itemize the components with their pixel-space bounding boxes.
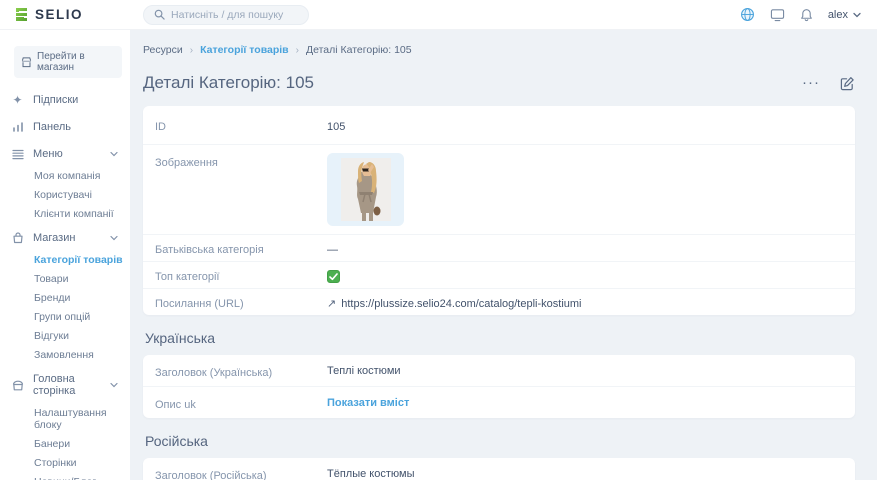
breadcrumb: Ресурси › Категорії товарів › Деталі Кат… (143, 44, 855, 56)
sidebar-subitem-orders[interactable]: Замовлення (10, 345, 124, 364)
sidebar-subitem-pages[interactable]: Сторінки (10, 453, 124, 472)
bar-chart-icon (11, 121, 24, 133)
sidebar-subitem-block-settings[interactable]: Налаштування блоку (10, 403, 124, 434)
external-link-icon: ↗ (327, 297, 336, 310)
russian-card: Заголовок (Російська) Тёплые костюмы Опи… (143, 458, 855, 480)
sidebar-item-subscriptions[interactable]: ✦ Підписки (10, 88, 124, 112)
sidebar: Перейти в магазин ✦ Підписки Панель Меню… (0, 30, 130, 480)
username: alex (828, 9, 848, 21)
sidebar-item-shop[interactable]: Магазин (10, 226, 124, 250)
show-content-link-uk[interactable]: Показати вміст (327, 397, 409, 409)
sidebar-item-label: Панель (33, 121, 122, 133)
field-value-parent-category: — (327, 240, 338, 256)
top-header: SELIO alex (0, 0, 877, 30)
sidebar-item-label: Підписки (33, 94, 122, 106)
chevron-down-icon (853, 12, 861, 18)
sidebar-subitem-company-clients[interactable]: Клієнти компанії (10, 204, 124, 223)
sidebar-subitem-news-blog[interactable]: Новини/Блог (10, 472, 124, 480)
chevron-down-icon (110, 235, 118, 241)
global-search[interactable] (143, 5, 309, 25)
breadcrumb-separator-icon: › (296, 45, 299, 56)
breadcrumb-product-categories[interactable]: Категорії товарів (200, 44, 289, 56)
category-url-link[interactable]: https://plussize.selio24.com/catalog/tep… (341, 298, 581, 310)
field-label-id: ID (155, 117, 327, 133)
sidebar-item-dashboard[interactable]: Панель (10, 115, 124, 139)
search-input[interactable] (171, 9, 298, 21)
menu-lines-icon (11, 149, 24, 160)
breadcrumb-current: Деталі Категорію: 105 (306, 44, 412, 56)
sidebar-subitem-users[interactable]: Користувачі (10, 185, 124, 204)
sidebar-subitem-banners[interactable]: Банери (10, 434, 124, 453)
field-label-url: Посилання (URL) (155, 294, 327, 310)
selio-logo-icon (14, 7, 29, 22)
ukrainian-card: Заголовок (Українська) Теплі костюми Опи… (143, 355, 855, 418)
more-actions-button[interactable]: ··· (802, 78, 820, 88)
logo-text: SELIO (35, 7, 83, 22)
sidebar-subitem-my-company[interactable]: Моя компанія (10, 166, 124, 185)
sidebar-item-menu[interactable]: Меню (10, 142, 124, 166)
go-to-store-label: Перейти в магазин (37, 51, 115, 73)
sidebar-subitem-reviews[interactable]: Відгуки (10, 326, 124, 345)
go-to-store-button[interactable]: Перейти в магазин (14, 46, 122, 78)
sidebar-subitem-brands[interactable]: Бренди (10, 288, 124, 307)
field-label-description-uk: Опис uk (155, 395, 327, 411)
field-value-title-uk: Теплі костюми (327, 365, 401, 377)
field-label-parent-category: Батьківська категорія (155, 240, 327, 256)
section-title-russian: Російська (145, 433, 855, 449)
chevron-down-icon (110, 151, 118, 157)
monitor-icon[interactable] (770, 8, 785, 22)
category-details-card: ID 105 Зображення (143, 106, 855, 315)
sidebar-subitem-products[interactable]: Товари (10, 269, 124, 288)
field-value-id: 105 (327, 117, 345, 133)
field-label-image: Зображення (155, 153, 327, 169)
field-label-title-ru: Заголовок (Російська) (155, 466, 327, 480)
chevron-down-icon (110, 382, 118, 388)
top-category-checkbox[interactable] (327, 270, 340, 283)
sparkles-icon: ✦ (11, 94, 24, 106)
sidebar-subitem-product-categories[interactable]: Категорії товарів (10, 250, 124, 269)
basket-icon (11, 380, 24, 391)
breadcrumb-resources[interactable]: Ресурси (143, 44, 183, 56)
field-label-top-category: Топ категорії (155, 267, 327, 283)
globe-icon[interactable] (740, 7, 755, 22)
search-icon (154, 9, 165, 20)
category-image-thumbnail[interactable] (327, 153, 404, 226)
bell-icon[interactable] (800, 8, 813, 22)
field-value-title-ru: Тёплые костюмы (327, 468, 414, 480)
sidebar-item-label: Магазин (33, 232, 101, 244)
section-title-ukrainian: Українська (145, 330, 855, 346)
shopping-bag-icon (11, 232, 24, 244)
breadcrumb-separator-icon: › (190, 45, 193, 56)
app-logo[interactable]: SELIO (14, 7, 143, 22)
sidebar-item-label: Головна сторінка (33, 373, 101, 397)
sidebar-item-homepage[interactable]: Головна сторінка (10, 367, 124, 403)
field-label-title-uk: Заголовок (Українська) (155, 363, 327, 379)
user-menu[interactable]: alex (828, 9, 861, 21)
edit-button[interactable] (840, 76, 855, 91)
page-title: Деталі Категорію: 105 (143, 73, 314, 93)
sidebar-item-label: Меню (33, 148, 101, 160)
storefront-icon (21, 57, 32, 68)
main-content: Ресурси › Категорії товарів › Деталі Кат… (130, 30, 877, 480)
sidebar-subitem-option-groups[interactable]: Групи опцій (10, 307, 124, 326)
